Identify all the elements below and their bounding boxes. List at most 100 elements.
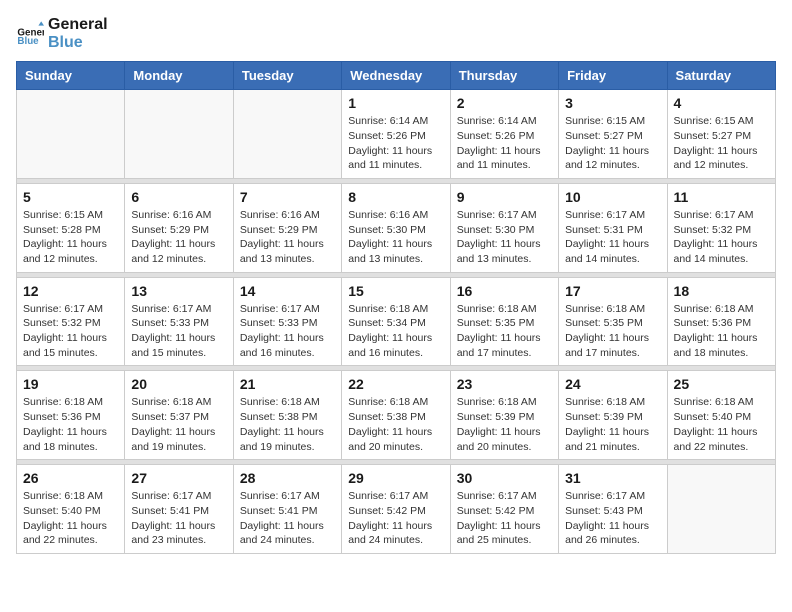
calendar-cell: 28Sunrise: 6:17 AM Sunset: 5:41 PM Dayli… bbox=[233, 465, 341, 554]
logo: General Blue General Blue bbox=[16, 16, 108, 51]
calendar-cell: 1Sunrise: 6:14 AM Sunset: 5:26 PM Daylig… bbox=[342, 90, 450, 179]
logo-icon: General Blue bbox=[16, 20, 44, 48]
calendar-cell: 2 Sunrise: 6:14 AM Sunset: 5:26 PM Daylig… bbox=[450, 90, 558, 179]
calendar-cell: 13 Sunrise: 6:17 AM Sunset: 5:33 PM Dayli… bbox=[125, 277, 233, 366]
day-number: 20 bbox=[131, 376, 226, 392]
day-number: 25 bbox=[674, 376, 769, 392]
day-number: 11 bbox=[674, 189, 769, 205]
calendar-cell: 30Sunrise: 6:17 AM Sunset: 5:42 PM Dayli… bbox=[450, 465, 558, 554]
calendar-cell: 25 Sunrise: 6:18 AM Sunset: 5:40 PM Dayli… bbox=[667, 371, 775, 460]
day-number: 17 bbox=[565, 283, 660, 299]
day-info: Sunrise: 6:18 AM Sunset: 5:39 PM Dayligh… bbox=[565, 395, 660, 454]
calendar-cell: 15 Sunrise: 6:18 AM Sunset: 5:34 PM Dayli… bbox=[342, 277, 450, 366]
day-info: Sunrise: 6:18 AM Sunset: 5:40 PM Dayligh… bbox=[23, 489, 118, 548]
day-info: Sunrise: 6:15 AM Sunset: 5:27 PM Dayligh… bbox=[565, 114, 660, 173]
calendar-cell: 12Sunrise: 6:17 AM Sunset: 5:32 PM Dayli… bbox=[17, 277, 125, 366]
calendar-cell: 24 Sunrise: 6:18 AM Sunset: 5:39 PM Dayli… bbox=[559, 371, 667, 460]
calendar-cell: 18 Sunrise: 6:18 AM Sunset: 5:36 PM Dayli… bbox=[667, 277, 775, 366]
day-header-wednesday: Wednesday bbox=[342, 62, 450, 90]
day-number: 9 bbox=[457, 189, 552, 205]
calendar-cell: 23 Sunrise: 6:18 AM Sunset: 5:39 PM Dayli… bbox=[450, 371, 558, 460]
calendar-week-row: 26 Sunrise: 6:18 AM Sunset: 5:40 PM Dayli… bbox=[17, 465, 776, 554]
calendar-cell: 10 Sunrise: 6:17 AM Sunset: 5:31 PM Dayli… bbox=[559, 183, 667, 272]
calendar-cell: 9 Sunrise: 6:17 AM Sunset: 5:30 PM Daylig… bbox=[450, 183, 558, 272]
calendar-cell: 26 Sunrise: 6:18 AM Sunset: 5:40 PM Dayli… bbox=[17, 465, 125, 554]
day-header-friday: Friday bbox=[559, 62, 667, 90]
day-number: 29 bbox=[348, 470, 443, 486]
calendar-cell bbox=[233, 90, 341, 179]
day-number: 15 bbox=[348, 283, 443, 299]
calendar-cell: 3 Sunrise: 6:15 AM Sunset: 5:27 PM Daylig… bbox=[559, 90, 667, 179]
calendar-cell bbox=[17, 90, 125, 179]
calendar-week-row: 19 Sunrise: 6:18 AM Sunset: 5:36 PM Dayli… bbox=[17, 371, 776, 460]
day-header-saturday: Saturday bbox=[667, 62, 775, 90]
calendar-cell: 31 Sunrise: 6:17 AM Sunset: 5:43 PM Dayli… bbox=[559, 465, 667, 554]
calendar-cell: 20Sunrise: 6:18 AM Sunset: 5:37 PM Dayli… bbox=[125, 371, 233, 460]
day-info: Sunrise: 6:14 AM Sunset: 5:26 PM Dayligh… bbox=[457, 114, 552, 173]
day-number: 14 bbox=[240, 283, 335, 299]
calendar-header-row: SundayMondayTuesdayWednesdayThursdayFrid… bbox=[17, 62, 776, 90]
day-info: Sunrise: 6:18 AM Sunset: 5:36 PM Dayligh… bbox=[23, 395, 118, 454]
day-number: 8 bbox=[348, 189, 443, 205]
day-number: 28 bbox=[240, 470, 335, 486]
calendar-cell: 22 Sunrise: 6:18 AM Sunset: 5:38 PM Dayli… bbox=[342, 371, 450, 460]
day-info: Sunrise: 6:15 AM Sunset: 5:28 PM Dayligh… bbox=[23, 208, 118, 267]
day-number: 13 bbox=[131, 283, 226, 299]
calendar-cell: 19 Sunrise: 6:18 AM Sunset: 5:36 PM Dayli… bbox=[17, 371, 125, 460]
day-info: Sunrise: 6:17 AM Sunset: 5:32 PM Dayligh… bbox=[674, 208, 769, 267]
calendar-cell: 4Sunrise: 6:15 AM Sunset: 5:27 PM Daylig… bbox=[667, 90, 775, 179]
day-number: 3 bbox=[565, 95, 660, 111]
day-info: Sunrise: 6:18 AM Sunset: 5:35 PM Dayligh… bbox=[565, 302, 660, 361]
day-info: Sunrise: 6:17 AM Sunset: 5:43 PM Dayligh… bbox=[565, 489, 660, 548]
day-info: Sunrise: 6:17 AM Sunset: 5:41 PM Dayligh… bbox=[131, 489, 226, 548]
day-number: 16 bbox=[457, 283, 552, 299]
day-number: 1 bbox=[348, 95, 443, 111]
calendar-week-row: 12Sunrise: 6:17 AM Sunset: 5:32 PM Dayli… bbox=[17, 277, 776, 366]
calendar-cell: 14 Sunrise: 6:17 AM Sunset: 5:33 PM Dayli… bbox=[233, 277, 341, 366]
day-header-tuesday: Tuesday bbox=[233, 62, 341, 90]
calendar-cell bbox=[667, 465, 775, 554]
day-number: 24 bbox=[565, 376, 660, 392]
day-info: Sunrise: 6:17 AM Sunset: 5:31 PM Dayligh… bbox=[565, 208, 660, 267]
day-number: 18 bbox=[674, 283, 769, 299]
day-number: 21 bbox=[240, 376, 335, 392]
day-info: Sunrise: 6:18 AM Sunset: 5:38 PM Dayligh… bbox=[348, 395, 443, 454]
day-number: 12 bbox=[23, 283, 118, 299]
calendar-cell bbox=[125, 90, 233, 179]
day-number: 23 bbox=[457, 376, 552, 392]
calendar-cell: 6Sunrise: 6:16 AM Sunset: 5:29 PM Daylig… bbox=[125, 183, 233, 272]
calendar-cell: 16 Sunrise: 6:18 AM Sunset: 5:35 PM Dayli… bbox=[450, 277, 558, 366]
calendar-week-row: 5 Sunrise: 6:15 AM Sunset: 5:28 PM Daylig… bbox=[17, 183, 776, 272]
day-number: 30 bbox=[457, 470, 552, 486]
calendar-cell: 27 Sunrise: 6:17 AM Sunset: 5:41 PM Dayli… bbox=[125, 465, 233, 554]
day-info: Sunrise: 6:18 AM Sunset: 5:39 PM Dayligh… bbox=[457, 395, 552, 454]
day-number: 2 bbox=[457, 95, 552, 111]
calendar-table: SundayMondayTuesdayWednesdayThursdayFrid… bbox=[16, 61, 776, 554]
day-info: Sunrise: 6:16 AM Sunset: 5:30 PM Dayligh… bbox=[348, 208, 443, 267]
calendar-cell: 21Sunrise: 6:18 AM Sunset: 5:38 PM Dayli… bbox=[233, 371, 341, 460]
day-info: Sunrise: 6:18 AM Sunset: 5:36 PM Dayligh… bbox=[674, 302, 769, 361]
day-number: 19 bbox=[23, 376, 118, 392]
day-number: 31 bbox=[565, 470, 660, 486]
day-info: Sunrise: 6:17 AM Sunset: 5:33 PM Dayligh… bbox=[240, 302, 335, 361]
day-number: 7 bbox=[240, 189, 335, 205]
svg-text:Blue: Blue bbox=[17, 35, 39, 46]
day-info: Sunrise: 6:16 AM Sunset: 5:29 PM Dayligh… bbox=[240, 208, 335, 267]
day-info: Sunrise: 6:15 AM Sunset: 5:27 PM Dayligh… bbox=[674, 114, 769, 173]
day-header-monday: Monday bbox=[125, 62, 233, 90]
day-number: 27 bbox=[131, 470, 226, 486]
calendar-cell: 5 Sunrise: 6:15 AM Sunset: 5:28 PM Daylig… bbox=[17, 183, 125, 272]
day-number: 26 bbox=[23, 470, 118, 486]
day-number: 10 bbox=[565, 189, 660, 205]
day-info: Sunrise: 6:18 AM Sunset: 5:34 PM Dayligh… bbox=[348, 302, 443, 361]
day-info: Sunrise: 6:17 AM Sunset: 5:30 PM Dayligh… bbox=[457, 208, 552, 267]
day-info: Sunrise: 6:18 AM Sunset: 5:35 PM Dayligh… bbox=[457, 302, 552, 361]
day-info: Sunrise: 6:17 AM Sunset: 5:33 PM Dayligh… bbox=[131, 302, 226, 361]
calendar-cell: 7 Sunrise: 6:16 AM Sunset: 5:29 PM Daylig… bbox=[233, 183, 341, 272]
day-number: 6 bbox=[131, 189, 226, 205]
day-info: Sunrise: 6:18 AM Sunset: 5:40 PM Dayligh… bbox=[674, 395, 769, 454]
day-number: 5 bbox=[23, 189, 118, 205]
day-number: 22 bbox=[348, 376, 443, 392]
calendar-cell: 11 Sunrise: 6:17 AM Sunset: 5:32 PM Dayli… bbox=[667, 183, 775, 272]
day-header-thursday: Thursday bbox=[450, 62, 558, 90]
